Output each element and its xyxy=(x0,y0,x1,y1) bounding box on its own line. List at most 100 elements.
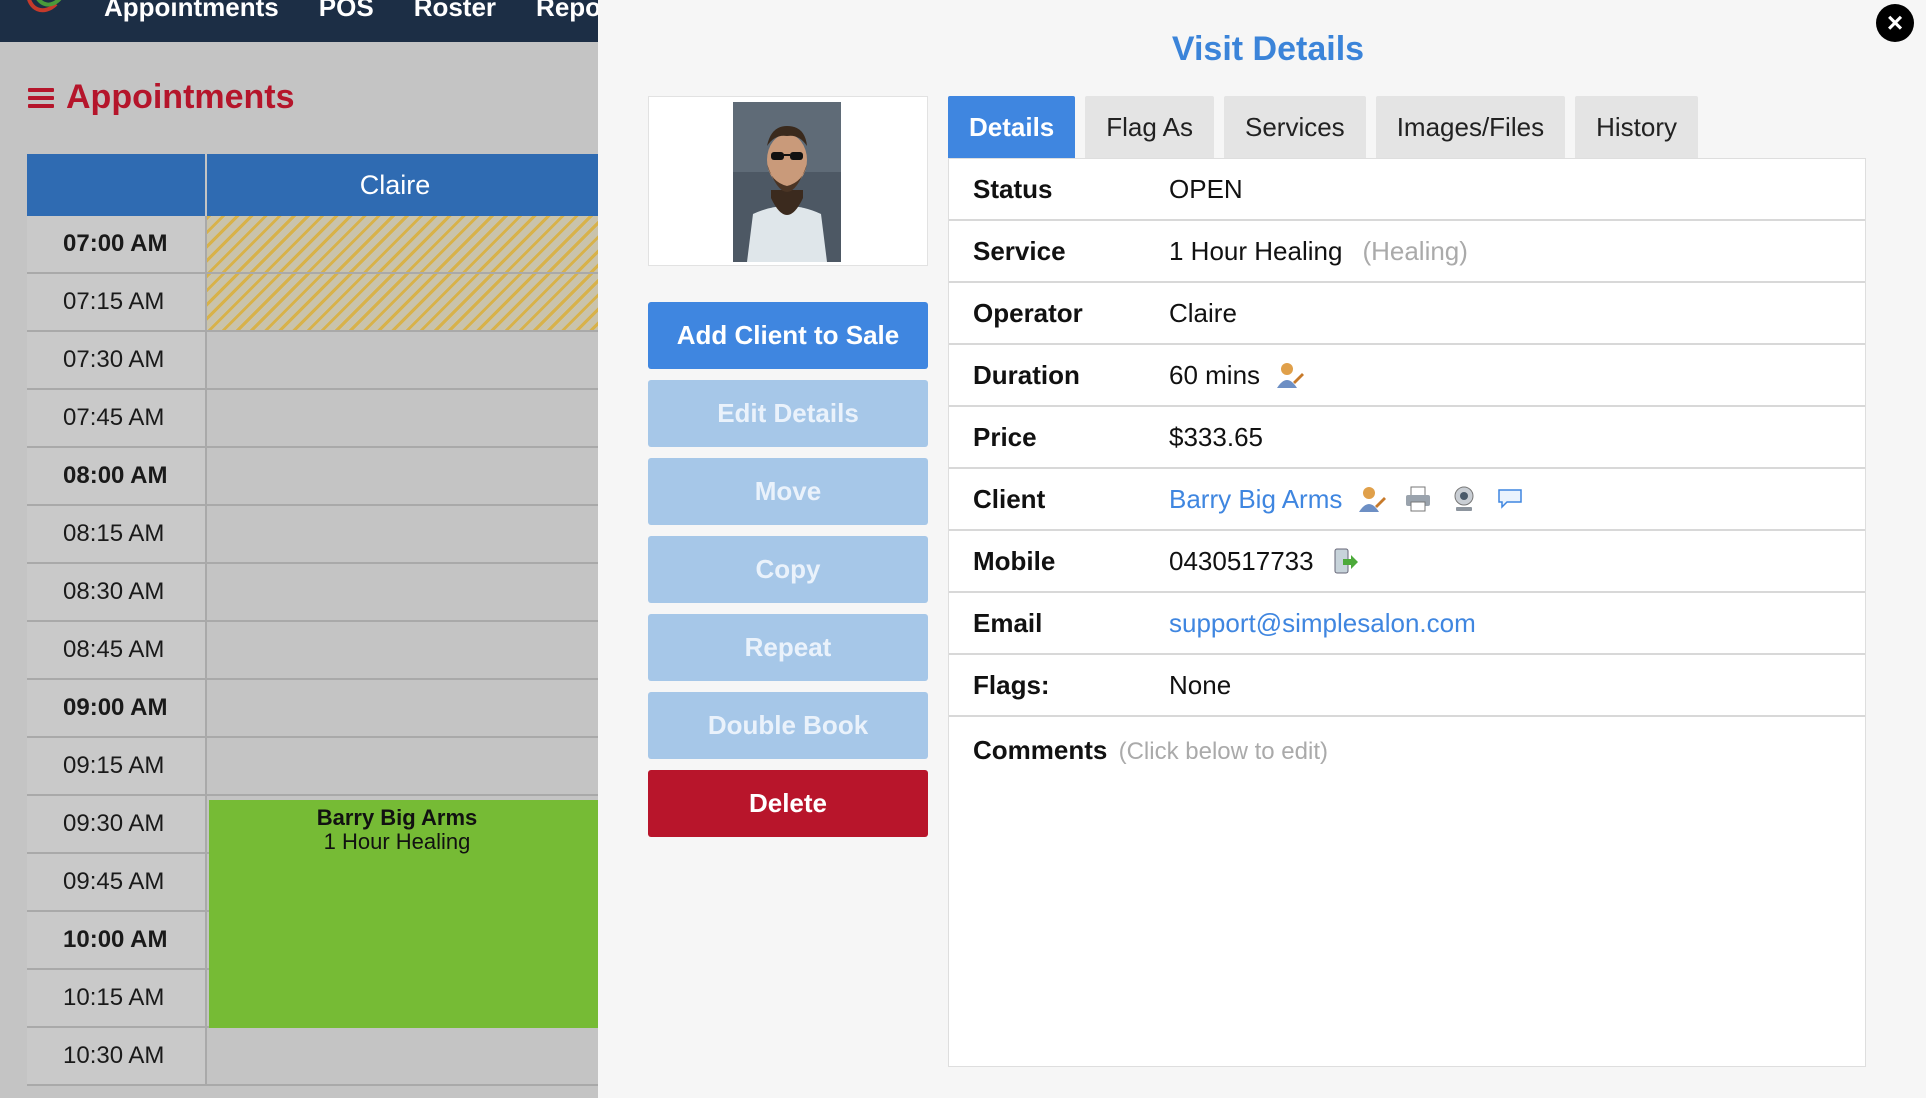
unavailable-slot[interactable] xyxy=(207,274,598,330)
appointment-block[interactable]: Barry Big Arms 1 Hour Healing xyxy=(209,800,598,1028)
operator-label: Operator xyxy=(973,297,1083,328)
tab-services[interactable]: Services xyxy=(1223,96,1366,158)
client-label: Client xyxy=(973,483,1046,514)
mobile-row: Mobile 0430517733 xyxy=(949,531,1865,593)
time-slot-cell[interactable] xyxy=(207,564,598,620)
comments-label: Comments xyxy=(973,735,1108,765)
appointment-service: 1 Hour Healing xyxy=(323,829,471,854)
tab-history[interactable]: History xyxy=(1575,96,1698,158)
page-title-text: Appointments xyxy=(66,78,295,116)
status-row: Status OPEN xyxy=(949,159,1865,221)
comments-area[interactable]: Comments (Click below to edit) xyxy=(949,717,1865,784)
time-slot-label: 08:15 AM xyxy=(27,506,207,562)
status-label: Status xyxy=(973,173,1053,204)
client-row: Client Barry Big Arms xyxy=(949,469,1865,531)
appointment-client: Barry Big Arms xyxy=(316,805,478,830)
user-edit-icon[interactable] xyxy=(1274,360,1306,390)
delete-button[interactable]: Delete xyxy=(648,770,928,837)
time-slot-cell[interactable] xyxy=(207,390,598,446)
close-button[interactable]: × xyxy=(1876,4,1914,42)
client-photo[interactable] xyxy=(733,102,841,262)
repeat-button[interactable]: Repeat xyxy=(648,614,928,681)
mobile-value: 0430517733 xyxy=(1169,545,1314,576)
service-category: (Healing) xyxy=(1362,235,1468,266)
mobile-label: Mobile xyxy=(973,545,1056,576)
operator-value: Claire xyxy=(1169,297,1237,328)
double-book-button[interactable]: Double Book xyxy=(648,692,928,759)
user-edit-icon[interactable] xyxy=(1356,484,1388,514)
time-slot-cell[interactable] xyxy=(207,1028,598,1084)
flags-value: None xyxy=(1169,669,1232,700)
move-button[interactable]: Move xyxy=(648,458,928,525)
calendar-row: 08:30 AM xyxy=(27,564,598,622)
time-slot-label: 10:15 AM xyxy=(27,970,207,1026)
time-slot-cell[interactable] xyxy=(207,680,598,736)
copy-button[interactable]: Copy xyxy=(648,536,928,603)
calendar-rows: 07:00 AM 07:15 AM 07:30 AM 07:45 AM 08:00 AM… xyxy=(27,216,598,1086)
hamburger-menu-icon[interactable] xyxy=(28,87,54,108)
duration-row: Duration 60 mins xyxy=(949,345,1865,407)
operator-row: Operator Claire xyxy=(949,283,1865,345)
time-slot-cell[interactable] xyxy=(207,506,598,562)
service-row: Service 1 Hour Healing (Healing) xyxy=(949,221,1865,283)
time-column-header xyxy=(27,154,207,216)
email-row: Email support@simplesalon.com xyxy=(949,593,1865,655)
time-slot-label: 08:00 AM xyxy=(27,448,207,504)
calendar-row: 07:00 AM xyxy=(27,216,598,274)
webcam-icon[interactable] xyxy=(1448,484,1480,514)
sms-icon[interactable] xyxy=(1328,546,1360,576)
close-icon: × xyxy=(1886,7,1904,38)
nav-pos[interactable]: POS xyxy=(319,0,374,23)
time-slot-label: 07:45 AM xyxy=(27,390,207,446)
time-slot-label: 07:00 AM xyxy=(27,216,207,272)
calendar-grid: Claire 07:00 AM 07:15 AM 07:30 AM 07:45 AM 0… xyxy=(27,154,598,1086)
time-slot-label: 09:00 AM xyxy=(27,680,207,736)
print-icon[interactable] xyxy=(1402,484,1434,514)
price-row: Price $333.65 xyxy=(949,407,1865,469)
client-link[interactable]: Barry Big Arms xyxy=(1169,484,1342,515)
calendar-row: 08:00 AM xyxy=(27,448,598,506)
status-value: OPEN xyxy=(1169,173,1243,204)
tab-flag-as[interactable]: Flag As xyxy=(1085,96,1214,158)
tab-images-files[interactable]: Images/Files xyxy=(1375,96,1566,158)
unavailable-slot[interactable] xyxy=(207,216,598,272)
service-value: 1 Hour Healing xyxy=(1169,235,1343,266)
email-label: Email xyxy=(973,607,1043,638)
calendar-row: 08:15 AM xyxy=(27,506,598,564)
nav-reports[interactable]: Repo xyxy=(536,0,598,23)
calendar-row: 07:30 AM xyxy=(27,332,598,390)
background-app: Appointments POS Roster Repo Appointment… xyxy=(0,0,598,1098)
calendar-row: 08:45 AM xyxy=(27,622,598,680)
staff-column-header[interactable]: Claire xyxy=(207,154,598,216)
time-slot-label: 10:30 AM xyxy=(27,1028,207,1084)
nav-roster[interactable]: Roster xyxy=(414,0,496,23)
flags-row: Flags: None xyxy=(949,655,1865,717)
time-slot-label: 09:15 AM xyxy=(27,738,207,794)
calendar-row: 10:30 AM xyxy=(27,1028,598,1086)
price-value: $333.65 xyxy=(1169,421,1263,452)
calendar-row: 07:15 AM xyxy=(27,274,598,332)
client-photo-frame xyxy=(648,96,928,266)
tab-details[interactable]: Details xyxy=(948,96,1076,158)
detail-tabs: Details Flag As Services Images/Files Hi… xyxy=(948,96,1698,158)
nav-appointments[interactable]: Appointments xyxy=(104,0,279,23)
duration-value: 60 mins xyxy=(1169,359,1261,390)
time-slot-cell[interactable] xyxy=(207,738,598,794)
time-slot-label: 10:00 AM xyxy=(27,912,207,968)
price-label: Price xyxy=(973,421,1037,452)
time-slot-label: 09:30 AM xyxy=(27,796,207,852)
chat-bubble-icon[interactable] xyxy=(1494,484,1526,514)
time-slot-cell[interactable] xyxy=(207,622,598,678)
time-slot-cell[interactable] xyxy=(207,448,598,504)
calendar-row: 09:15 AM xyxy=(27,738,598,796)
calendar-header: Claire xyxy=(27,154,598,216)
time-slot-cell[interactable] xyxy=(207,332,598,388)
email-link[interactable]: support@simplesalon.com xyxy=(1169,608,1476,639)
time-slot-label: 07:15 AM xyxy=(27,274,207,330)
add-client-to-sale-button[interactable]: Add Client to Sale xyxy=(648,302,928,369)
duration-label: Duration xyxy=(973,359,1080,390)
edit-details-button[interactable]: Edit Details xyxy=(648,380,928,447)
time-slot-label: 08:45 AM xyxy=(27,622,207,678)
flags-label: Flags: xyxy=(973,669,1050,700)
time-slot-label: 07:30 AM xyxy=(27,332,207,388)
